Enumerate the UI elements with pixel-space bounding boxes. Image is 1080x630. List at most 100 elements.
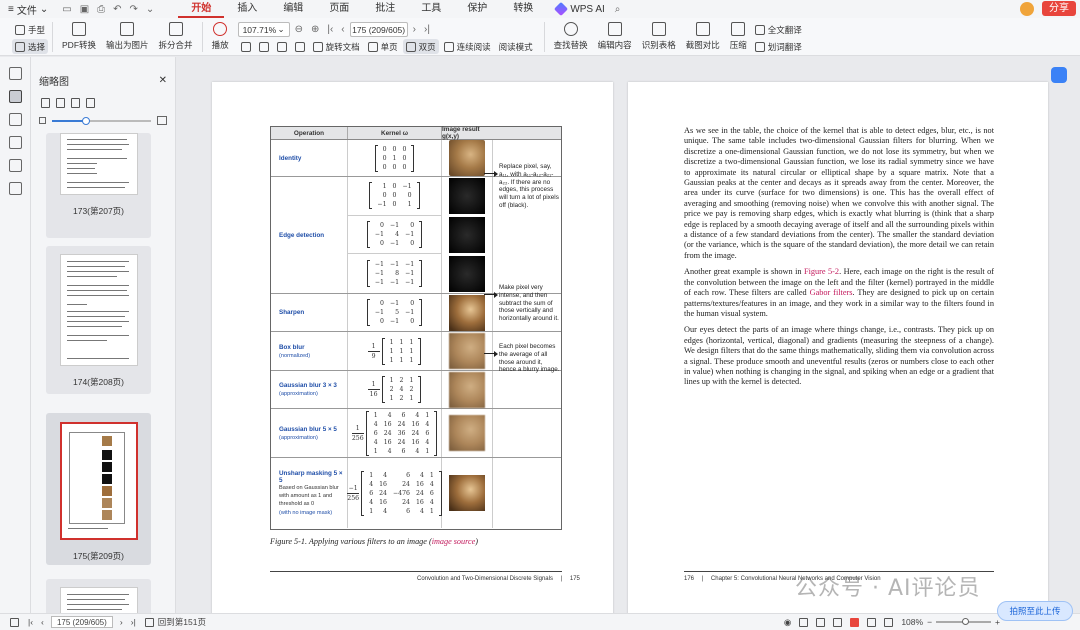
thumbnail-page-173[interactable]: 173(第207页) <box>46 133 151 238</box>
kernel-matrix: 1 4 6 4 1 4 16 24 16 4 6 24 36 24 6 4 16 24 16 4 1 4 6 4 1 <box>365 410 438 456</box>
matrix-cell: 1 <box>409 347 414 355</box>
avatar[interactable] <box>1020 1 1034 16</box>
gabor-filters-link[interactable]: Gabor filters <box>810 288 853 297</box>
continuous-read-button[interactable]: 连续阅读 <box>441 39 494 54</box>
next-page-icon[interactable]: › <box>410 24 419 35</box>
edit-content-button[interactable]: 编辑内容 <box>593 22 637 51</box>
hand-tool-button[interactable]: 手型 <box>12 22 48 37</box>
last-page-icon[interactable]: ›| <box>131 617 136 627</box>
grid-view-icon[interactable] <box>41 98 50 108</box>
tab-insert[interactable]: 插入 <box>224 0 270 18</box>
tab-protect[interactable]: 保护 <box>454 0 500 18</box>
document-viewer[interactable]: Operation Kernel ω Image result g(x,y) I… <box>176 57 1080 613</box>
hand-icon <box>15 24 25 35</box>
zoom-out-icon[interactable]: ⊖ <box>292 24 306 35</box>
matrix-cell: 0 <box>380 240 384 247</box>
matrix-cell: 6 <box>373 429 378 437</box>
last-page-icon[interactable]: ›| <box>421 24 433 35</box>
zoom-slider[interactable] <box>936 618 992 625</box>
recognize-table-button[interactable]: 识别表格 <box>637 22 681 51</box>
pdf-convert-button[interactable]: PDF转换 <box>57 22 101 51</box>
thumbnail-page-175[interactable]: 175(第209页) <box>46 413 151 565</box>
tab-start[interactable]: 开始 <box>178 0 225 18</box>
zoom-out-icon[interactable]: − <box>927 617 932 627</box>
double-page-icon[interactable] <box>833 617 843 627</box>
zoom-in-icon[interactable]: + <box>995 617 1000 627</box>
fit-width-button[interactable] <box>238 39 254 54</box>
search-icon[interactable]: ⌕ <box>615 4 621 15</box>
read-mode-button[interactable]: 阅读模式 <box>496 39 536 54</box>
assistant-icon[interactable] <box>1051 67 1067 83</box>
tab-page[interactable]: 页面 <box>316 0 362 18</box>
matrix-cell: −1 <box>389 279 400 287</box>
photo-upload-button[interactable]: 拍照至此上传 <box>997 601 1073 621</box>
signature-icon[interactable] <box>8 159 22 172</box>
select-tool-button[interactable]: 选择 <box>12 39 49 54</box>
fit-page-button[interactable] <box>256 39 272 54</box>
figure-link[interactable]: Figure 5-2 <box>804 267 839 276</box>
split-merge-icon <box>168 22 183 36</box>
back-to-page-link[interactable]: 回到第151页 <box>158 616 206 628</box>
matrix-cell: 0 <box>407 192 412 200</box>
zoom-dropdown[interactable]: 107.71% ⌄ <box>237 22 290 37</box>
image-source-link[interactable]: image source <box>432 537 476 546</box>
share-button[interactable]: 分享 <box>1042 1 1076 16</box>
eye-icon[interactable]: ◉ <box>784 617 791 628</box>
tab-edit[interactable]: 编辑 <box>270 0 316 18</box>
play-button[interactable]: 播放 <box>207 22 234 51</box>
rotate-document-button[interactable]: 旋转文档 <box>310 39 363 54</box>
result-image <box>449 294 485 331</box>
word-translate-button[interactable]: 划词翻译 <box>752 39 805 54</box>
comment-icon[interactable] <box>8 113 22 126</box>
split-merge-button[interactable]: 拆分合并 <box>154 22 198 51</box>
page-number-input[interactable]: 175 (209/605) <box>349 22 408 37</box>
replace-page-icon[interactable] <box>86 98 95 108</box>
read-mode-icon[interactable] <box>799 617 809 627</box>
compress-button[interactable]: 压缩 <box>725 22 752 51</box>
layers-icon[interactable] <box>8 182 22 195</box>
close-icon[interactable]: ✕ <box>159 75 167 86</box>
undo-icon[interactable]: ↶ <box>113 4 121 15</box>
status-bar: |‹ ‹ 175 (209/605) › ›| 回到第151页 ◉ 108% −… <box>0 613 1080 630</box>
thumbnail-page-176[interactable] <box>46 579 151 613</box>
prev-page-icon[interactable]: ‹ <box>338 24 347 35</box>
actual-size-button[interactable] <box>274 39 290 54</box>
thumbnail-page-174[interactable]: 174(第208页) <box>46 246 151 394</box>
file-menu[interactable]: ≡ 文件 ⌄ <box>0 2 56 17</box>
double-page-button[interactable]: 双页 <box>402 39 439 54</box>
insert-page-icon[interactable] <box>56 98 65 108</box>
thumbnail-icon[interactable] <box>8 90 22 103</box>
fit-width-icon[interactable] <box>884 617 894 627</box>
first-page-icon[interactable]: |‹ <box>324 24 336 35</box>
full-translate-button[interactable]: 全文翻译 <box>752 22 805 37</box>
matrix-grid: 1 0 −1 0 0 0 −1 0 1 <box>374 182 414 209</box>
attachment-icon[interactable] <box>8 136 22 149</box>
tab-tools[interactable]: 工具 <box>408 0 454 18</box>
redo-icon[interactable]: ↷ <box>130 4 138 15</box>
screenshot-compare-button[interactable]: 截图对比 <box>681 22 725 51</box>
tab-convert[interactable]: 转换 <box>500 0 546 18</box>
print-icon[interactable]: ⎙ <box>97 4 105 15</box>
rotate-button[interactable] <box>292 39 308 54</box>
export-image-button[interactable]: 输出为图片 <box>101 22 154 51</box>
play-icon[interactable] <box>850 617 860 627</box>
return-icon[interactable] <box>144 617 154 627</box>
extract-page-icon[interactable] <box>71 98 80 108</box>
more-icon[interactable]: ⌄ <box>146 4 154 15</box>
save-icon[interactable]: ▣ <box>80 4 89 15</box>
bookmark-icon[interactable] <box>8 67 22 80</box>
tab-comment[interactable]: 批注 <box>362 0 408 18</box>
prev-page-icon[interactable]: ‹ <box>41 617 44 627</box>
fit-page-icon[interactable] <box>867 617 877 627</box>
find-replace-button[interactable]: 查找替换 <box>549 22 593 51</box>
sidebar-toggle-icon[interactable] <box>10 617 19 627</box>
thumbnail-size-slider[interactable] <box>52 116 151 125</box>
single-page-button[interactable]: 单页 <box>365 39 401 54</box>
wps-ai-button[interactable]: WPS AI <box>546 1 614 17</box>
first-page-icon[interactable]: |‹ <box>28 617 33 627</box>
next-page-icon[interactable]: › <box>120 617 123 627</box>
page-number-input[interactable]: 175 (209/605) <box>50 616 113 628</box>
zoom-in-icon[interactable]: ⊕ <box>308 24 322 35</box>
single-page-icon[interactable] <box>816 617 826 627</box>
folder-icon[interactable]: ▭ <box>62 4 71 15</box>
